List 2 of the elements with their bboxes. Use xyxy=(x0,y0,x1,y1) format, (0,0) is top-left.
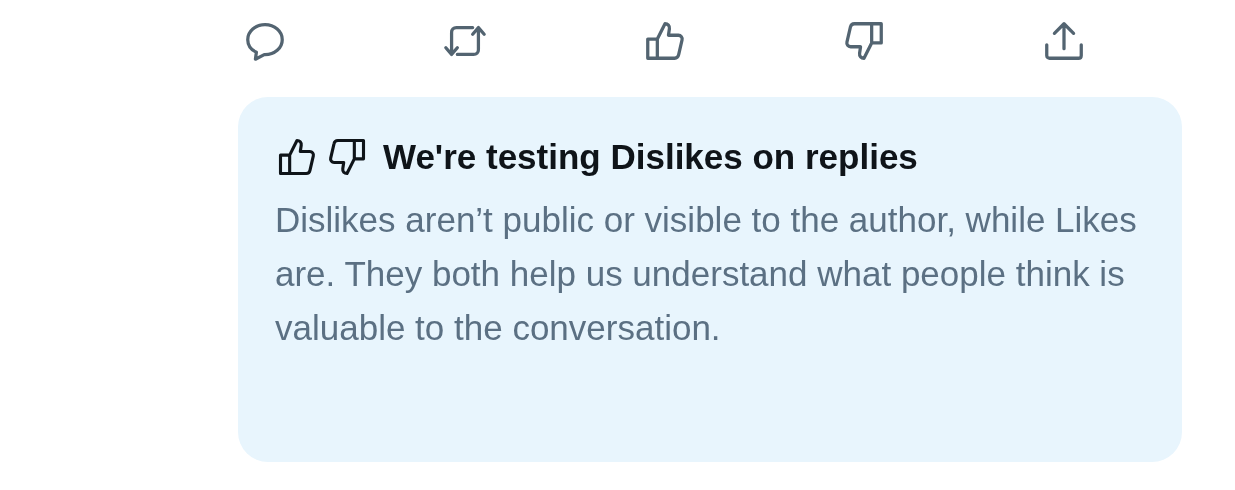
notice-title: We're testing Dislikes on replies xyxy=(383,137,918,177)
notice-body: Dislikes aren’t public or visible to the author, while Likes are. They both help us understand what people think is valuable to the conversation. xyxy=(275,199,1138,349)
